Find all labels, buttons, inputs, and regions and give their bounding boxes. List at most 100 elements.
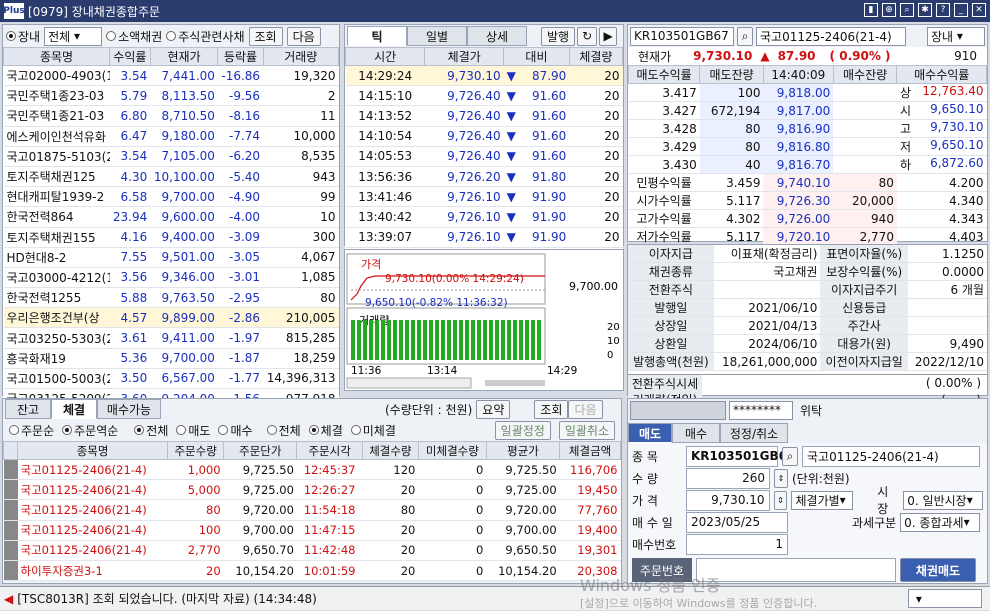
ask-price[interactable]: 9,818.00 (763, 83, 834, 102)
chart-zoom-slider[interactable] (485, 380, 545, 386)
tab-tick[interactable]: 틱 (347, 26, 407, 46)
tab-balance[interactable]: 잔고 (5, 399, 51, 419)
ask-price[interactable]: 9,816.90 (763, 119, 834, 138)
bulk-cancel-button[interactable]: 일괄취소 (558, 420, 615, 440)
table-row[interactable]: 현대캐피탈1939-2 6.58 9,700.00 -4.90 99 (3, 186, 339, 208)
row-checkbox[interactable] (3, 479, 18, 501)
ask-price[interactable]: 9,816.80 (763, 137, 834, 156)
qty-input[interactable]: 260 (686, 467, 770, 489)
next-button[interactable]: 다음 (286, 26, 321, 46)
bid-price[interactable]: 9,740.10 (763, 173, 834, 192)
order-row[interactable]: 국고01125-2406(21-4) 100 9,700.00 11:47:15 20 0… (3, 520, 621, 541)
order-row[interactable]: 국고01125-2406(21-4) 5,000 9,725.00 12:26:27 2… (3, 479, 621, 501)
tab-sell[interactable]: 매도 (628, 423, 672, 443)
chart-scrollbar[interactable] (346, 377, 472, 389)
issue-button[interactable]: 발행 (541, 26, 576, 46)
bid-price[interactable]: 9,720.10 (763, 227, 834, 246)
account-select[interactable] (630, 400, 726, 420)
pin-icon[interactable]: ▮ (864, 3, 878, 17)
sort-asc-radio[interactable]: 주문순 (9, 422, 54, 439)
ask-price[interactable]: 9,817.00 (763, 101, 834, 120)
side-sell-radio[interactable]: 매도 (176, 422, 210, 439)
qty-stepper[interactable]: ⇕ (774, 468, 788, 488)
next-arrow-icon[interactable]: ▶ (599, 26, 618, 46)
search-icon[interactable]: ⌕ (900, 3, 914, 17)
row-checkbox[interactable] (3, 459, 18, 481)
col-rate[interactable]: 등락률 (217, 47, 264, 66)
price-type-select[interactable]: 체결가별 ▾ (791, 490, 854, 510)
table-row[interactable]: 국민주택1종21-03 6.80 8,710.50 -8.16 11 (3, 105, 339, 127)
zoom-icon[interactable]: ⊕ (882, 3, 896, 17)
tab-detail[interactable]: 상세 (467, 26, 527, 46)
side-buy-radio[interactable]: 매수 (218, 422, 253, 439)
table-row[interactable]: 한국전력864 23.94 9,600.00 -4.00 10 (3, 206, 339, 228)
table-row[interactable]: 국고01500-5003(203.506,567.00-1.7714,396,3… (3, 368, 339, 390)
row-checkbox[interactable] (3, 540, 18, 561)
table-row[interactable]: 토지주택채권155 4.16 9,400.00 -3.09 300 (3, 227, 339, 248)
tab-daily[interactable]: 일별 (407, 26, 467, 46)
summary-button[interactable]: 요약 (476, 399, 511, 419)
status-unfilled-radio[interactable]: 미체결 (350, 422, 396, 439)
table-row[interactable]: 우리은행조건부(상 4.57 9,899.00 -2.86 210,005 (3, 307, 339, 329)
table-row[interactable]: 국고01875-5103(213.547,105.00-6.208,535 (3, 146, 339, 167)
bid-price[interactable]: 9,726.00 (763, 209, 834, 228)
row-checkbox[interactable] (3, 520, 18, 541)
minimize-icon[interactable]: _ (954, 3, 968, 17)
table-row[interactable]: 국민주택1종23-03 5.79 8,113.50 -9.56 2 (3, 85, 339, 107)
search-icon[interactable]: ⌕ (782, 446, 798, 466)
market-select[interactable]: 장내 ▾ (927, 26, 985, 46)
query-button[interactable]: 조회 (534, 399, 569, 419)
order-row[interactable]: 국고01125-2406(21-4) 2,770 9,650.70 11:42:48 2… (3, 540, 621, 561)
table-row[interactable]: 국고02000-4903(193.547,441.00-16.8619,320 (3, 65, 339, 87)
tab-buy[interactable]: 매수 (672, 423, 720, 443)
small-bond-radio[interactable]: 소액채권 (106, 28, 162, 45)
market-radio[interactable]: 장내 (6, 28, 40, 45)
table-row[interactable]: 흥국화재19 5.36 9,700.00 -1.87 18,259 (3, 348, 339, 369)
acct-no-input[interactable]: 1 (686, 533, 788, 555)
tab-modify-cancel[interactable]: 정정/취소 (720, 423, 788, 443)
status-filled-radio[interactable]: 체결 (308, 422, 343, 439)
code-input[interactable]: KR103501GB67 (630, 26, 734, 46)
close-icon[interactable]: ✕ (972, 3, 986, 17)
order-row[interactable]: 국고01125-2406(21-4) 1,000 9,725.50 12:45:37 1… (3, 459, 621, 481)
price-input[interactable]: 9,730.10 (685, 489, 770, 511)
order-row[interactable]: 국고01125-2406(21-4) 80 9,720.00 11:54:18 80 0 9… (3, 499, 621, 521)
query-button[interactable]: 조회 (248, 26, 283, 46)
order-row[interactable]: 하이투자증권3-1 20 10,154.20 10:01:59 20 0 10,154.20… (3, 560, 621, 582)
table-row[interactable]: HD현대8-2 7.55 9,501.00 -3.05 4,067 (3, 247, 339, 268)
table-row[interactable]: 국고03250-5303(233.619,411.00-1.97815,285 (3, 327, 339, 349)
date-input[interactable]: 2023/05/25 (686, 511, 788, 533)
col-volume[interactable]: 거래량 (262, 47, 340, 66)
sell-bond-button[interactable]: 채권매도 (900, 558, 976, 582)
price-stepper[interactable]: ⇕ (773, 490, 788, 510)
order-code-input[interactable]: KR103501GB67 (686, 445, 795, 467)
row-checkbox[interactable] (3, 499, 18, 521)
ask-price[interactable]: 9,816.70 (763, 155, 834, 174)
table-row[interactable]: 토지주택채권125 4.30 10,100.00 -5.40 943 (3, 166, 339, 188)
bulk-modify-button[interactable]: 일괄정정 (494, 420, 551, 440)
help-icon[interactable]: ? (936, 3, 950, 17)
table-row[interactable]: 국고03000-4212(123.569,346.00-3.011,085 (3, 267, 339, 289)
search-icon[interactable]: ⌕ (737, 26, 753, 46)
side-all-radio[interactable]: 전체 (134, 422, 168, 439)
stock-bond-radio[interactable]: 주식관련사채 (166, 28, 245, 45)
bid-price[interactable]: 9,726.30 (763, 191, 834, 210)
status-select[interactable]: ▾ (908, 589, 982, 608)
col-yield[interactable]: 수익률 (109, 47, 151, 66)
col-price[interactable]: 현재가 (149, 47, 219, 66)
col-name[interactable]: 종목명 (3, 47, 110, 66)
next-button[interactable]: 다음 (568, 399, 603, 419)
sort-desc-radio[interactable]: 주문역순 (62, 422, 118, 439)
table-row[interactable]: 에스케이인천석유화 6.47 9,180.00 -7.74 10,000 (3, 126, 339, 147)
tax-select[interactable]: 0. 종합과세 ▾ (900, 512, 981, 532)
refresh-icon[interactable]: ↻ (577, 26, 598, 46)
row-checkbox[interactable] (3, 560, 18, 582)
status-all-radio[interactable]: 전체 (266, 422, 301, 439)
order-market-select[interactable]: 0. 일반시장 ▾ (903, 490, 984, 510)
settings-icon[interactable]: ✱ (918, 3, 932, 17)
tab-buyable[interactable]: 매수가능 (97, 399, 161, 419)
table-row[interactable]: 한국전력1255 5.88 9,763.50 -2.95 80 (3, 287, 339, 309)
market-select[interactable]: 전체 ▾ (44, 26, 103, 46)
tab-executions[interactable]: 체결 (51, 399, 97, 419)
password-field[interactable]: ******** (729, 400, 793, 420)
